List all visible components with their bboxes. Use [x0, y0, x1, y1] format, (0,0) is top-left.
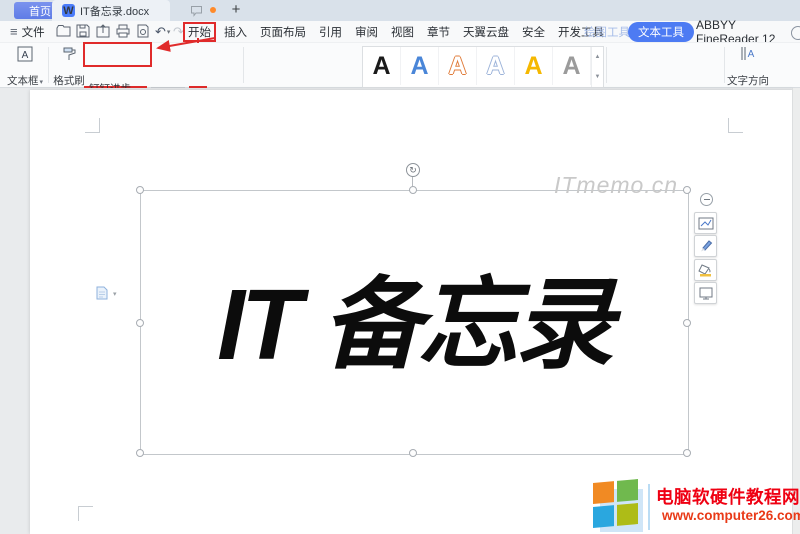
window-tab-bar: 首页 W IT备忘录.docx + [0, 0, 800, 21]
flag-green-pane [617, 479, 638, 502]
tab-home[interactable]: 开始 [183, 22, 216, 42]
undo-button[interactable]: ↶ ▾ [155, 21, 170, 42]
preset-blue-outline[interactable]: A [477, 47, 515, 85]
separator [606, 47, 607, 83]
undo-icon: ↶ [155, 24, 166, 40]
text-direction-label: 文字方向 [727, 73, 769, 88]
comment-bubble-icon[interactable] [190, 4, 203, 22]
fill-color-button[interactable] [694, 259, 717, 281]
logo-divider [648, 484, 650, 530]
tab-abbyy[interactable]: ABBYY FineReader 12 [696, 21, 800, 42]
tab-insert[interactable]: 插入 [224, 24, 247, 40]
svg-text:A: A [748, 49, 755, 60]
print-icon[interactable] [116, 24, 132, 40]
separator [724, 47, 725, 83]
document-tab-label: IT备忘录.docx [80, 3, 149, 19]
document-tab[interactable]: W IT备忘录.docx [52, 0, 170, 21]
new-tab-button[interactable]: + [228, 1, 244, 18]
textbox-content[interactable]: IT 备忘录 [140, 190, 687, 440]
unsaved-dot-icon [210, 7, 216, 13]
caret-down-icon[interactable]: ▾ [113, 290, 117, 298]
preset-orange-outline[interactable]: A [439, 47, 477, 85]
text-direction-button[interactable]: A 文字方向 [728, 44, 768, 90]
text-direction-icon: A [740, 46, 756, 61]
tab-view[interactable]: 视图 [391, 24, 414, 40]
menu-tabs: 开始 插入 页面布局 引用 审阅 视图 章节 天翼云盘 安全 开发工具 [186, 21, 604, 42]
text-tools-pill: 文本工具 [628, 22, 694, 42]
rotate-icon: ↻ [409, 165, 417, 176]
tab-text-tools[interactable]: 文本工具 [628, 23, 694, 40]
tab-page-layout[interactable]: 页面布局 [260, 24, 306, 40]
tab-security[interactable]: 安全 [522, 24, 545, 40]
home-tab-label: 首页 [29, 3, 51, 19]
handle-bottom-left[interactable] [136, 449, 144, 457]
file-menu-label: 文件 [22, 24, 45, 40]
layout-options-icon [698, 217, 714, 230]
handle-bottom-right[interactable] [683, 449, 691, 457]
margin-mark-top-right [728, 118, 743, 133]
format-painter-label: 格式刷 [53, 73, 85, 88]
document-canvas[interactable]: ▾ ↻ ITmemo.cn IT 备忘录 [0, 88, 800, 534]
textbox-icon: A [17, 46, 33, 62]
text-effect-gallery: A A A A A A ▲ ▼ [362, 46, 604, 88]
wps-logo-icon: W [62, 4, 75, 17]
margin-mark-bottom-left [78, 506, 93, 521]
site-url: www.computer26.com [662, 508, 800, 523]
tab-drawing-tools[interactable]: 绘图工具 [584, 21, 630, 42]
tab-references[interactable]: 引用 [319, 24, 342, 40]
rotate-handle[interactable]: ↻ [406, 163, 420, 177]
preset-blue[interactable]: A [401, 47, 439, 85]
flag-blue-pane [593, 505, 614, 528]
site-name: 电脑软硬件教程网 [656, 484, 800, 509]
format-painter-button[interactable]: 格式刷 [52, 44, 86, 90]
ribbon-toolbar: A 文本框▾ 格式刷 钉钉进步体 ▾ 140 ▾ Aˆ Aˇ B I U▾ [0, 42, 800, 88]
effects-frame-button[interactable] [694, 282, 717, 304]
flag-olive-pane [617, 503, 638, 526]
textbox-button[interactable]: A 文本框▾ [6, 44, 44, 90]
menu-bar: ≡ 文件 ↶ ▾ ↷ 开始 插入 页面布局 引用 审阅 视图 章节 天翼云盘 [0, 21, 800, 42]
tab-cloud[interactable]: 天翼云盘 [463, 24, 509, 40]
preset-gold[interactable]: A [515, 47, 553, 85]
flag-orange-pane [593, 481, 614, 504]
textbox-label: 文本框 [7, 75, 39, 87]
separator [48, 47, 49, 83]
tab-review[interactable]: 审阅 [355, 24, 378, 40]
preset-black[interactable]: A [363, 47, 401, 85]
menu-icon: ≡ [10, 24, 18, 39]
wps-writer-window: 首页 W IT备忘录.docx + ≡ 文件 ↶ ▾ [0, 0, 800, 534]
frame-icon [699, 287, 713, 300]
margin-mark-top-left [85, 118, 100, 133]
caret-down-icon: ▾ [167, 28, 171, 36]
outline-pen-button[interactable] [694, 235, 717, 257]
pencil-icon [699, 239, 713, 253]
caret-down-icon: ▾ [39, 79, 43, 86]
layout-options-button[interactable] [694, 212, 717, 234]
separator [243, 47, 244, 83]
gallery-scroll[interactable]: ▲ ▼ [591, 47, 603, 87]
windows-flag-icon [593, 479, 638, 528]
paint-bucket-icon [698, 263, 713, 277]
svg-text:A: A [22, 50, 29, 61]
tab-section[interactable]: 章节 [427, 24, 450, 40]
export-icon[interactable] [96, 24, 112, 40]
file-menu[interactable]: ≡ 文件 [10, 21, 45, 42]
open-icon[interactable] [56, 24, 72, 40]
collapse-toolbar-button[interactable] [700, 193, 713, 206]
object-anchor-icon[interactable] [96, 286, 108, 305]
help-circle-icon[interactable] [791, 26, 800, 40]
vertical-scrollbar[interactable] [792, 88, 800, 534]
preset-gray[interactable]: A [553, 47, 591, 85]
format-painter-icon [61, 46, 77, 62]
gallery-down-icon[interactable]: ▼ [595, 74, 601, 80]
print-preview-icon[interactable] [136, 24, 152, 40]
save-icon[interactable] [76, 24, 92, 40]
gallery-up-icon[interactable]: ▲ [595, 54, 601, 60]
handle-bottom-center[interactable] [409, 449, 417, 457]
minus-icon [704, 199, 710, 201]
